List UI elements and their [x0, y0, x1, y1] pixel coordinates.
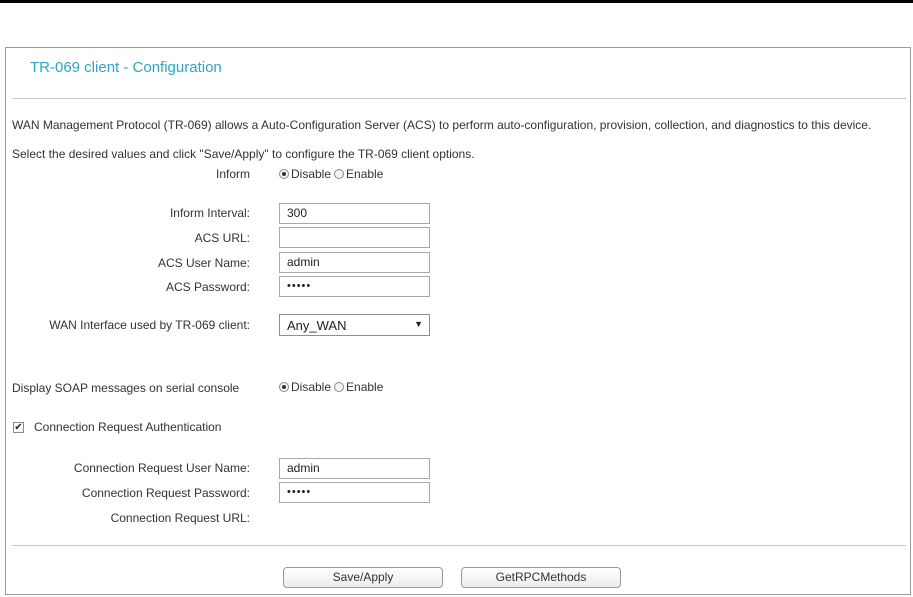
acs-url-label: ACS URL:: [194, 231, 250, 245]
soap-disable-label: Disable: [291, 380, 332, 394]
acs-url-input[interactable]: [279, 227, 430, 248]
inform-label: Inform: [215, 167, 250, 181]
conn-url-label: Connection Request URL:: [110, 511, 250, 525]
inform-radio-group: Disable Enable: [279, 167, 383, 181]
inform-disable-label: Disable: [291, 167, 332, 181]
inform-interval-input[interactable]: 300: [279, 203, 430, 224]
conn-auth-label: Connection Request Authentication: [34, 420, 222, 434]
conn-auth-checkbox[interactable]: ✔: [13, 422, 24, 433]
soap-radio-group: Disable Enable: [279, 380, 383, 394]
inform-interval-label: Inform Interval:: [169, 206, 250, 220]
acs-password-label: ACS Password:: [165, 280, 250, 294]
page-title: TR-069 client - Configuration: [30, 59, 222, 76]
soap-label: Display SOAP messages on serial console: [12, 381, 240, 395]
soap-enable-label: Enable: [346, 380, 384, 394]
title-divider: [12, 98, 906, 99]
conn-user-input[interactable]: admin: [279, 458, 430, 479]
conn-user-label: Connection Request User Name:: [73, 461, 250, 475]
save-apply-button[interactable]: Save/Apply: [283, 567, 443, 588]
get-rpc-methods-button[interactable]: GetRPCMethods: [461, 567, 621, 588]
wan-interface-label: WAN Interface used by TR-069 client:: [49, 318, 250, 332]
acs-password-input[interactable]: •••••: [279, 276, 430, 297]
inform-enable-label: Enable: [346, 167, 384, 181]
dropdown-arrow-icon: ▼: [414, 319, 423, 329]
description-text: WAN Management Protocol (TR-069) allows …: [12, 118, 872, 132]
inform-enable-radio[interactable]: [334, 169, 345, 179]
inform-disable-radio[interactable]: [279, 169, 289, 179]
acs-username-input[interactable]: admin: [279, 252, 430, 273]
wan-interface-select[interactable]: Any_WAN ▼: [279, 314, 430, 336]
instruction-text: Select the desired values and click "Sav…: [12, 147, 475, 161]
wan-interface-value: Any_WAN: [287, 318, 347, 333]
acs-username-label: ACS User Name:: [157, 256, 250, 270]
conn-password-label: Connection Request Password:: [81, 486, 250, 500]
footer-divider: [12, 545, 906, 546]
top-border: [0, 0, 913, 3]
conn-password-input[interactable]: •••••: [279, 482, 430, 503]
soap-enable-radio[interactable]: [334, 382, 345, 392]
soap-disable-radio[interactable]: [279, 382, 289, 392]
